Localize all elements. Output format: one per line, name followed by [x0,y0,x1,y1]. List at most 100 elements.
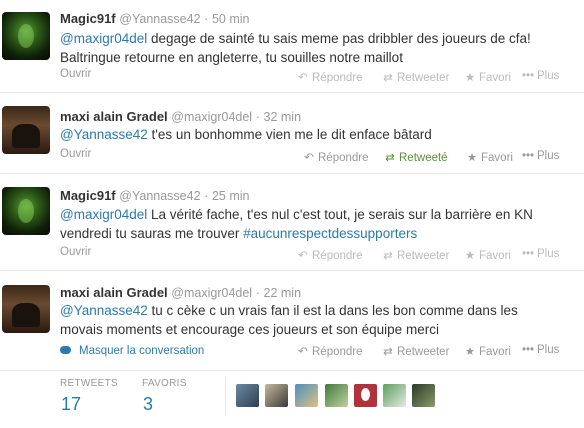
star-icon: ★ [464,346,476,358]
tweet-1[interactable]: Magic91f @Yannasse42 · 50 min @maxigr04d… [0,0,584,93]
favorite-label: Favori [479,250,511,262]
retweet-label: Retweeter [397,346,450,358]
retweet-label: Retweeter [397,250,450,262]
retweeter-avatar[interactable] [265,384,288,407]
user-handle[interactable]: @Yannasse42 [119,12,200,26]
tweet-text-line: tu c cèke c un vrais fan il est la dans … [147,303,518,318]
open-link[interactable]: Ouvrir [60,148,91,160]
favorite-label: Favori [479,72,511,84]
conversation-bubble-icon [60,346,71,354]
favorite-button[interactable]: ★ Favori [464,248,511,262]
reply-label: Répondre [312,250,363,262]
tweet-text-line: degage de sainté tu sais meme pas dribbl… [147,31,531,46]
ellipsis-icon: ••• [522,150,535,162]
retweets-label: RETWEETS [60,378,118,389]
retweets-count[interactable]: 17 [61,394,81,415]
timestamp[interactable]: 22 min [264,286,302,300]
more-button[interactable]: ••• Plus [522,70,559,82]
user-name[interactable]: maxi alain Gradel [60,285,168,300]
tweet-header: Magic91f @Yannasse42 · 50 min [60,11,249,26]
user-name[interactable]: Magic91f [60,11,116,26]
reply-icon: ↶ [298,72,308,84]
tweet-text-line: t'es un bonhomme vien me le dit enface b… [147,127,432,142]
retweet-icon: ⇄ [383,250,393,262]
retweet-icon: ⇄ [383,72,393,84]
open-link[interactable]: Ouvrir [60,68,91,80]
tweet-text: @maxigr04del La vérité fache, t'es nul c… [60,205,580,243]
tweet-text: @Yannasse42 t'es un bonhomme vien me le … [60,125,580,144]
tweet-header: maxi alain Gradel @maxigr04del · 32 min [60,109,301,124]
reply-icon: ↶ [298,250,308,262]
retweet-label: Retweeter [397,72,450,84]
reply-button[interactable]: ↶ Répondre [297,344,362,358]
more-button[interactable]: ••• Plus [522,248,559,260]
tweet-header: maxi alain Gradel @maxigr04del · 22 min [60,285,301,300]
open-link[interactable]: Ouvrir [60,246,91,258]
mention-link[interactable]: @maxigr04del [60,207,147,222]
ellipsis-icon: ••• [522,248,535,260]
retweet-icon: ⇄ [383,346,393,358]
mention-link[interactable]: @Yannasse42 [60,303,148,318]
retweeter-avatar[interactable] [412,384,435,407]
favorites-label: FAVORIS [142,378,187,389]
more-label: Plus [537,150,560,162]
avatar[interactable] [2,285,50,333]
mention-link[interactable]: @Yannasse42 [60,127,148,142]
user-handle[interactable]: @Yannasse42 [119,189,200,203]
reply-button[interactable]: ↶ Répondre [297,248,363,262]
more-label: Plus [537,70,560,82]
retweeter-avatar[interactable] [383,384,406,407]
avatar[interactable] [2,106,50,154]
timestamp[interactable]: 25 min [212,189,250,203]
favorite-button[interactable]: ★ Favori [466,150,513,164]
more-button[interactable]: ••• Plus [522,150,559,162]
star-icon: ★ [466,152,478,164]
hide-conversation-link[interactable]: Masquer la conversation [60,345,204,357]
star-icon: ★ [464,72,476,84]
tweet-header: Magic91f @Yannasse42 · 25 min [60,188,249,203]
reply-button[interactable]: ↶ Répondre [303,150,368,164]
tweet-2[interactable]: maxi alain Gradel @maxigr04del · 32 min … [0,93,584,174]
retweet-button[interactable]: ⇄ Retweeter [382,344,449,358]
retweeted-button[interactable]: ⇄ Retweeté [384,150,448,164]
separator: · [255,110,260,124]
star-icon: ★ [464,250,476,262]
timestamp[interactable]: 50 min [212,12,250,26]
ellipsis-icon: ••• [522,344,535,356]
more-label: Plus [537,344,560,356]
retweeter-avatar[interactable] [295,384,318,407]
separator: · [255,286,260,300]
user-name[interactable]: maxi alain Gradel [60,109,168,124]
user-handle[interactable]: @maxigr04del [171,110,252,124]
favorite-button[interactable]: ★ Favori [464,70,511,84]
more-button[interactable]: ••• Plus [522,344,559,356]
retweeter-avatar[interactable] [354,384,377,407]
tweet-4[interactable]: maxi alain Gradel @maxigr04del · 22 min … [0,271,584,371]
reply-button[interactable]: ↶ Répondre [297,70,363,84]
timestamp[interactable]: 32 min [264,110,302,124]
retweeter-avatar[interactable] [236,384,259,407]
user-name[interactable]: Magic91f [60,188,116,203]
avatar[interactable] [2,187,50,235]
retweet-button[interactable]: ⇄ Retweeter [382,248,449,262]
avatar[interactable] [2,12,50,60]
retweeter-avatar[interactable] [325,384,348,407]
more-label: Plus [537,248,560,260]
user-handle[interactable]: @maxigr04del [171,286,252,300]
favorites-count[interactable]: 3 [143,394,153,415]
retweet-button[interactable]: ⇄ Retweeter [382,70,449,84]
retweet-icon: ⇄ [385,152,395,164]
tweet-text-line: movais moments et encourage ces joueurs … [60,322,439,337]
hashtag-link[interactable]: #aucunrespectdessupporters [243,226,417,241]
divider [225,376,226,416]
reply-label: Répondre [312,72,363,84]
mention-link[interactable]: @maxigr04del [60,31,147,46]
favorite-button[interactable]: ★ Favori [464,344,511,358]
tweet-text-line: vendredi tu sauras me trouver [60,226,244,241]
tweet-3[interactable]: Magic91f @Yannasse42 · 25 min @maxigr04d… [0,174,584,271]
tweet-text-line: La vérité fache, t'es nul c'est tout, je… [147,207,533,222]
retweet-label: Retweeté [399,152,448,164]
separator: · [204,12,209,26]
reply-icon: ↶ [298,346,308,358]
tweet-stats: RETWEETS 17 FAVORIS 3 [0,370,584,428]
